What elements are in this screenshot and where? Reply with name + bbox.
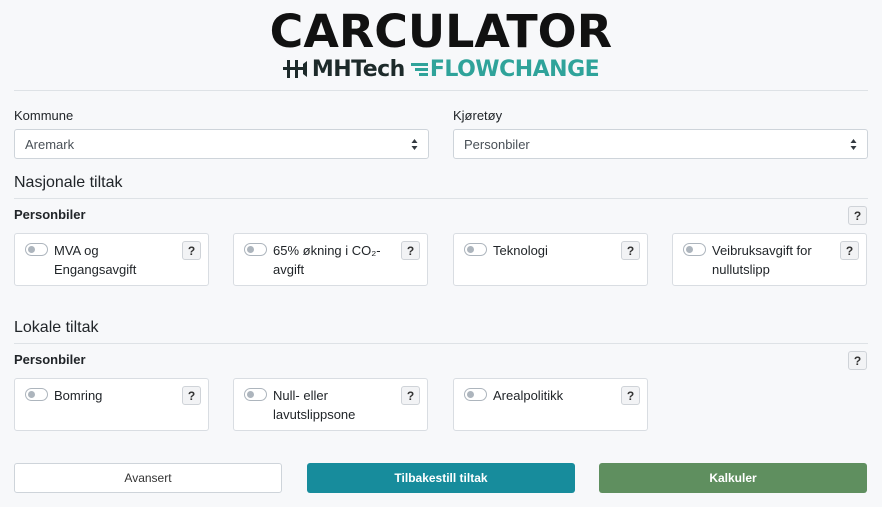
logo-partners: MHTech FLOWCHANGE xyxy=(282,56,600,82)
teknologi-label: Teknologi xyxy=(493,243,548,258)
mhtech-logo: MHTech xyxy=(282,56,406,82)
arealpolitikk-label: Arealpolitikk xyxy=(493,388,564,403)
flowchange-text: FLOWCHANGE xyxy=(429,56,600,82)
tiltak-card-teknologi: Teknologi ? xyxy=(453,233,648,286)
nasjonale-subtitle: Personbiler xyxy=(14,207,86,222)
arealpolitikk-help-button[interactable]: ? xyxy=(621,386,640,405)
lokale-help-button[interactable]: ? xyxy=(848,351,867,370)
mhtech-text: MHTech xyxy=(311,56,406,82)
bomring-toggle[interactable] xyxy=(25,388,48,401)
nasjonale-divider xyxy=(14,198,868,199)
kommune-label: Kommune xyxy=(14,108,74,123)
flowchange-mark-icon xyxy=(410,63,428,76)
nasjonale-help-button[interactable]: ? xyxy=(848,206,867,225)
kjoretoy-label: Kjøretøy xyxy=(453,108,503,123)
avansert-button[interactable]: Avansert xyxy=(14,463,282,493)
tiltak-card-veibruksavgift: Veibruksavgift for nullutslipp ? xyxy=(672,233,867,286)
co2-help-button[interactable]: ? xyxy=(401,241,420,260)
lokale-divider xyxy=(14,343,868,344)
lavutslippsone-toggle[interactable] xyxy=(244,388,267,401)
tiltak-card-mva: MVA og Engangsavgift ? xyxy=(14,233,209,286)
tiltak-card-arealpolitikk: Arealpolitikk ? xyxy=(453,378,648,431)
kalkuler-button[interactable]: Kalkuler xyxy=(599,463,867,493)
nasjonale-title: Nasjonale tiltak xyxy=(14,174,123,191)
tiltak-card-co2: 65% økning i CO₂-avgift ? xyxy=(233,233,428,286)
logo-title: CARCULATOR xyxy=(269,5,613,58)
kommune-select[interactable]: Aremark xyxy=(14,129,429,159)
select-arrows-icon xyxy=(411,139,418,150)
veibruksavgift-label: Veibruksavgift for nullutslipp xyxy=(712,243,812,277)
kjoretoy-value: Personbiler xyxy=(464,136,530,152)
header-divider xyxy=(14,90,868,91)
arealpolitikk-toggle[interactable] xyxy=(464,388,487,401)
lokale-title: Lokale tiltak xyxy=(14,319,99,336)
mhtech-mark-icon xyxy=(282,60,307,78)
lokale-subtitle: Personbiler xyxy=(14,352,86,367)
app-logo: CARCULATOR MHTech FLOWCHANGE xyxy=(0,0,882,90)
mva-help-button[interactable]: ? xyxy=(182,241,201,260)
veibruksavgift-help-button[interactable]: ? xyxy=(840,241,859,260)
flowchange-logo: FLOWCHANGE xyxy=(410,56,600,82)
lavutslippsone-label: Null- eller lavutslippsone xyxy=(273,388,356,422)
tiltak-card-lavutslippsone: Null- eller lavutslippsone ? xyxy=(233,378,428,431)
mva-toggle[interactable] xyxy=(25,243,48,256)
kjoretoy-select[interactable]: Personbiler xyxy=(453,129,868,159)
lavutslippsone-help-button[interactable]: ? xyxy=(401,386,420,405)
mva-label: MVA og Engangsavgift xyxy=(54,243,137,277)
co2-toggle[interactable] xyxy=(244,243,267,256)
tilbakestill-button[interactable]: Tilbakestill tiltak xyxy=(307,463,575,493)
select-arrows-icon xyxy=(850,139,857,150)
tiltak-card-bomring: Bomring ? xyxy=(14,378,209,431)
kommune-value: Aremark xyxy=(25,136,75,152)
bomring-label: Bomring xyxy=(54,388,103,403)
veibruksavgift-toggle[interactable] xyxy=(683,243,706,256)
co2-label: 65% økning i CO₂-avgift xyxy=(273,243,381,277)
teknologi-help-button[interactable]: ? xyxy=(621,241,640,260)
bomring-help-button[interactable]: ? xyxy=(182,386,201,405)
teknologi-toggle[interactable] xyxy=(464,243,487,256)
